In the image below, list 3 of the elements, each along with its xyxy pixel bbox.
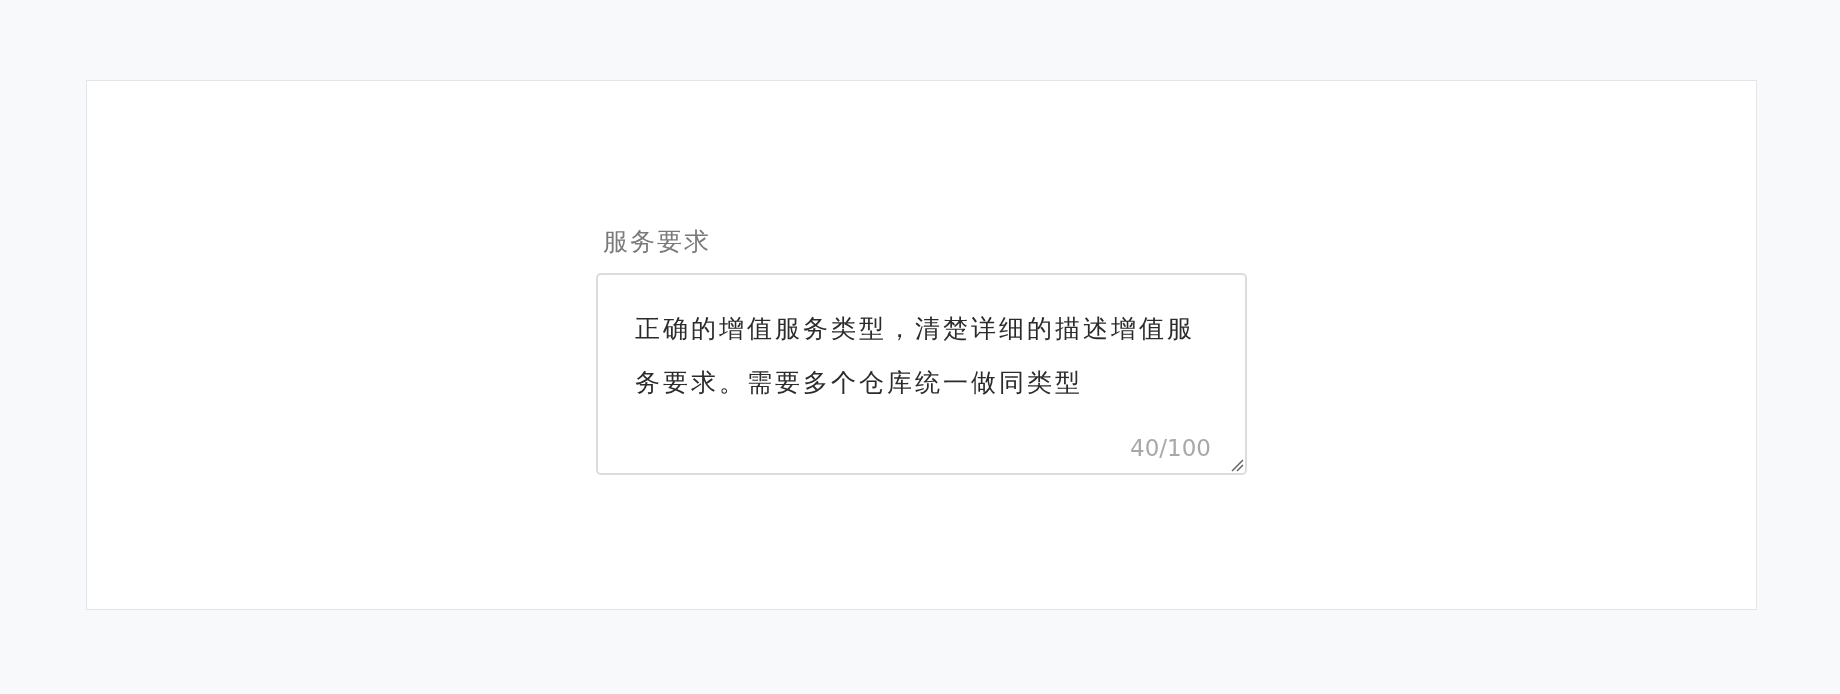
character-counter: 40/100 (1130, 434, 1211, 463)
resize-handle-icon[interactable] (1230, 458, 1244, 472)
field-label: 服务要求 (603, 226, 711, 258)
